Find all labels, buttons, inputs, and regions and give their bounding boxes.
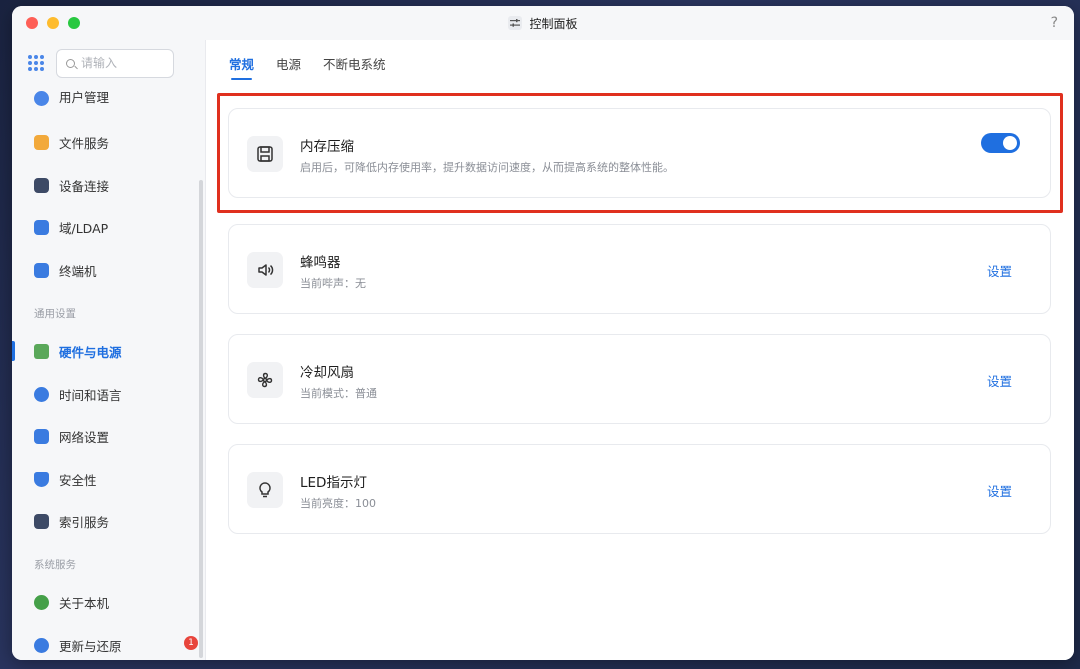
watermark-logo-icon: 值	[942, 632, 969, 659]
sidebar-item-label: 硬件与电源	[59, 344, 122, 360]
sidebar-item-hardware-power[interactable]: 硬件与电源	[12, 333, 202, 369]
title-bar: 控制面板 ?	[12, 6, 1074, 40]
tab-power[interactable]: 电源	[276, 54, 301, 80]
close-window-button[interactable]	[26, 17, 38, 29]
watermark-text: 什么值得买	[974, 636, 1070, 658]
sidebar-item-label: 终端机	[59, 263, 97, 279]
hardware-power-icon	[34, 343, 49, 359]
led-indicator-card: LED指示灯 当前亮度：100 设置	[228, 444, 1051, 534]
sidebar-item-file-service[interactable]: 文件服务	[12, 124, 202, 160]
minimize-window-button[interactable]	[47, 17, 59, 29]
sidebar-item-label: 网络设置	[59, 429, 110, 445]
window-title: 控制面板	[529, 16, 578, 31]
main-content: 常规 电源 不断电系统 内存压缩 启用后，可降低内存使用率，提升数据访问速度，从…	[207, 40, 1074, 660]
globe-icon	[34, 386, 49, 402]
shield-icon	[34, 471, 49, 487]
buzzer-card: 蜂鸣器 当前哔声：无 设置	[228, 224, 1051, 314]
tab-ups[interactable]: 不断电系统	[323, 54, 386, 80]
maximize-window-button[interactable]	[68, 17, 80, 29]
sidebar-item-label: 索引服务	[59, 514, 110, 530]
fan-icon	[247, 362, 283, 398]
sidebar-item-time-language[interactable]: 时间和语言	[12, 376, 202, 412]
sidebar-header	[12, 40, 205, 86]
sidebar-item-label: 文件服务	[59, 135, 110, 151]
section-general-settings: 通用设置	[34, 308, 76, 320]
cooling-fan-card: 冷却风扇 当前模式：普通 设置	[228, 334, 1051, 424]
card-description: 当前哔声：无	[300, 277, 366, 290]
card-title: 蜂鸣器	[300, 255, 341, 271]
led-settings-link[interactable]: 设置	[987, 481, 1012, 500]
sidebar-item-label: 安全性	[59, 472, 97, 488]
sidebar-item-about[interactable]: 关于本机	[12, 584, 202, 620]
index-icon	[34, 513, 49, 529]
sidebar-item-index-service[interactable]: 索引服务	[12, 503, 202, 539]
window-title-group: 控制面板	[508, 15, 578, 32]
search-box[interactable]	[56, 48, 174, 78]
card-title: LED指示灯	[300, 475, 367, 491]
bulb-icon	[247, 472, 283, 508]
card-description: 当前亮度：100	[300, 497, 376, 510]
terminal-icon	[34, 262, 49, 278]
help-button[interactable]: ?	[1051, 15, 1058, 31]
info-icon	[34, 594, 49, 610]
watermark: 值 什么值得买	[942, 632, 1070, 659]
floppy-disk-icon	[247, 136, 283, 172]
sidebar-scrollbar[interactable]	[199, 180, 203, 658]
memory-compression-card: 内存压缩 启用后，可降低内存使用率，提升数据访问速度，从而提高系统的整体性能。	[228, 108, 1051, 198]
sidebar-item-security[interactable]: 安全性	[12, 461, 202, 497]
sidebar-item-label: 更新与还原	[59, 638, 122, 654]
sidebar-item-label: 时间和语言	[59, 387, 122, 403]
sidebar-item-update-restore[interactable]: 更新与还原 1	[12, 627, 202, 660]
sidebar-item-domain-ldap[interactable]: 域/LDAP	[12, 209, 202, 245]
speaker-icon	[247, 252, 283, 288]
app-grid-icon[interactable]	[28, 55, 44, 71]
search-input[interactable]	[81, 56, 165, 70]
notification-badge: 1	[184, 636, 198, 650]
card-title: 冷却风扇	[300, 365, 354, 381]
sidebar: 用户管理 文件服务 设备连接 域/LDAP 终端机 通用设置 硬件与电源	[12, 40, 206, 660]
sidebar-item-users[interactable]: 用户管理	[12, 82, 202, 106]
tab-bar: 常规 电源 不断电系统	[229, 54, 386, 80]
card-title: 内存压缩	[300, 139, 354, 155]
memory-compression-toggle[interactable]	[981, 133, 1020, 153]
control-panel-window: 控制面板 ? 用户管理 文件服务 设备连接	[12, 6, 1074, 660]
folder-icon	[34, 134, 49, 150]
sidebar-item-terminal[interactable]: 终端机	[12, 252, 202, 288]
network-icon	[34, 428, 49, 444]
sidebar-item-network[interactable]: 网络设置	[12, 418, 202, 454]
device-icon	[34, 177, 49, 193]
sidebar-item-label: 关于本机	[59, 595, 110, 611]
search-icon	[66, 58, 75, 68]
sidebar-item-device-connection[interactable]: 设备连接	[12, 167, 202, 203]
card-description: 当前模式：普通	[300, 387, 377, 400]
buzzer-settings-link[interactable]: 设置	[987, 261, 1012, 280]
tab-general[interactable]: 常规	[229, 54, 254, 80]
fan-settings-link[interactable]: 设置	[987, 371, 1012, 390]
sidebar-item-label: 设备连接	[59, 178, 110, 194]
sidebar-item-label: 域/LDAP	[59, 220, 109, 236]
window-controls	[26, 17, 80, 29]
card-description: 启用后，可降低内存使用率，提升数据访问速度，从而提高系统的整体性能。	[300, 161, 674, 174]
control-panel-icon	[508, 16, 523, 30]
update-icon	[34, 637, 49, 653]
sidebar-item-label: 用户管理	[59, 90, 110, 105]
section-system-services: 系统服务	[34, 559, 76, 571]
users-icon	[34, 91, 49, 106]
domain-icon	[34, 219, 49, 235]
